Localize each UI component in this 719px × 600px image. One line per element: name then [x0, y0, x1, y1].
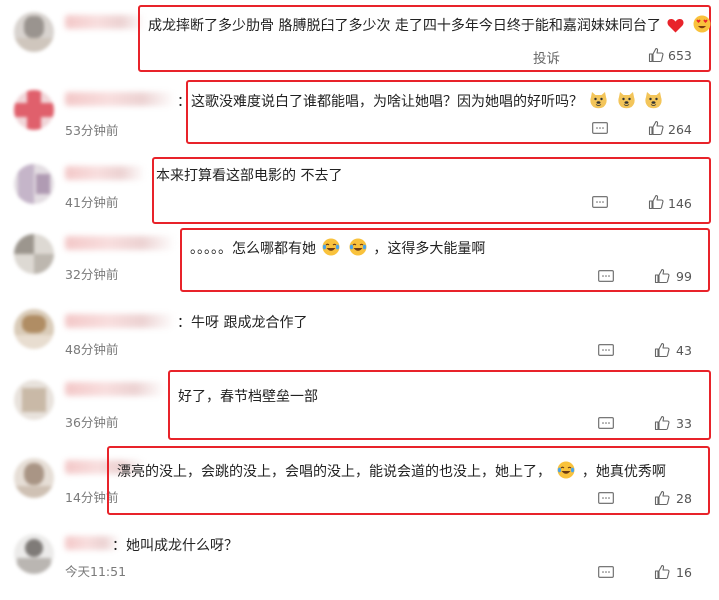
comment-item: 41分钟前 本来打算看这部电影的 不去了 146 [0, 153, 719, 226]
comment-text: ：她叫成龙什么呀？ [112, 538, 238, 554]
like-count: 28 [676, 491, 692, 506]
like-count: 653 [668, 48, 692, 63]
doge-emoji [590, 92, 608, 109]
thumb-up-icon[interactable] [654, 490, 670, 506]
laugh-cry-emoji [349, 238, 367, 256]
thumb-up-icon[interactable] [654, 564, 670, 580]
timestamp: 53分钟前 [65, 123, 119, 138]
heart-eyes-emoji [693, 15, 711, 33]
avatar[interactable] [14, 458, 54, 498]
username[interactable] [65, 382, 165, 396]
timestamp: 41分钟前 [65, 195, 119, 210]
comment-icon[interactable] [598, 566, 614, 578]
comment-text: 本来打算看这部电影的 不去了 [156, 168, 343, 184]
report-button[interactable]: 投诉 [533, 47, 560, 67]
like-count: 33 [676, 416, 692, 431]
username[interactable] [65, 92, 175, 106]
heart-icon [667, 19, 684, 33]
like-count: 264 [668, 122, 692, 137]
avatar[interactable] [14, 380, 54, 420]
like-count: 16 [676, 565, 692, 580]
comment-icon[interactable] [592, 196, 608, 208]
comment-item: 14分钟前 漂亮的没上，会跳的没上，会唱的没上，能说会道的也没上，她上了， ，她… [0, 444, 719, 520]
comment-text: 成龙摔断了多少肋骨 胳膊脱臼了多少次 走了四十多年今日终于能和嘉润妹妹同台了 [148, 15, 713, 35]
avatar[interactable] [14, 234, 54, 274]
comment-text: 。。。。。怎么哪都有她 ，这得多大能量啊 [190, 238, 485, 258]
thumb-up-icon[interactable] [654, 342, 670, 358]
thumb-up-icon[interactable] [648, 120, 664, 136]
timestamp: 今天11:51 [65, 564, 127, 579]
comment-item: 48分钟前 ：牛呀 跟成龙合作了 43 [0, 298, 719, 368]
comment-item: 今天11:51 ：她叫成龙什么呀？ 16 [0, 520, 719, 600]
timestamp: 48分钟前 [65, 342, 119, 357]
comment-icon[interactable] [598, 417, 614, 429]
doge-emoji [645, 92, 662, 109]
comment-item: 32分钟前 。。。。。怎么哪都有她 ，这得多大能量啊 99 [0, 226, 719, 298]
comment-text: ：这歌没难度说白了谁都能唱，为啥让她唱？因为她唱的好听吗？ [177, 91, 665, 111]
thumb-up-icon[interactable] [648, 194, 664, 210]
comment-text: ：牛呀 跟成龙合作了 [177, 315, 308, 331]
timestamp: 36分钟前 [65, 415, 119, 430]
avatar[interactable] [14, 309, 54, 349]
like-count: 146 [668, 196, 692, 211]
comment-item: 53分钟前 ：这歌没难度说白了谁都能唱，为啥让她唱？因为她唱的好听吗？ 264 [0, 78, 719, 153]
like-count: 99 [676, 269, 692, 284]
thumb-up-icon[interactable] [654, 268, 670, 284]
comment-text: 好了，春节档壁垒一部 [178, 389, 318, 405]
comment-icon[interactable] [592, 122, 608, 134]
highlight-box [186, 80, 711, 144]
comment-icon[interactable] [598, 270, 614, 282]
avatar[interactable] [14, 534, 54, 574]
username[interactable] [65, 15, 145, 29]
thumb-up-icon[interactable] [654, 415, 670, 431]
avatar[interactable] [14, 12, 54, 52]
laugh-cry-emoji [322, 238, 340, 256]
username[interactable] [65, 236, 175, 250]
like-count: 43 [676, 343, 692, 358]
comment-text: 漂亮的没上，会跳的没上，会唱的没上，能说会道的也没上，她上了， ，她真优秀啊 [117, 461, 666, 481]
avatar[interactable] [14, 164, 54, 204]
thumb-up-icon[interactable] [648, 47, 664, 63]
username[interactable] [65, 166, 145, 180]
comment-item: 成龙摔断了多少肋骨 胳膊脱臼了多少次 走了四十多年今日终于能和嘉润妹妹同台了 投… [0, 0, 719, 78]
username[interactable] [65, 314, 175, 328]
comment-icon[interactable] [598, 492, 614, 504]
timestamp: 32分钟前 [65, 267, 119, 282]
comment-icon[interactable] [598, 344, 614, 356]
avatar[interactable] [14, 90, 54, 130]
laugh-cry-emoji [557, 461, 575, 479]
doge-emoji [618, 92, 635, 109]
comment-item: 36分钟前 好了，春节档壁垒一部 33 [0, 368, 719, 444]
